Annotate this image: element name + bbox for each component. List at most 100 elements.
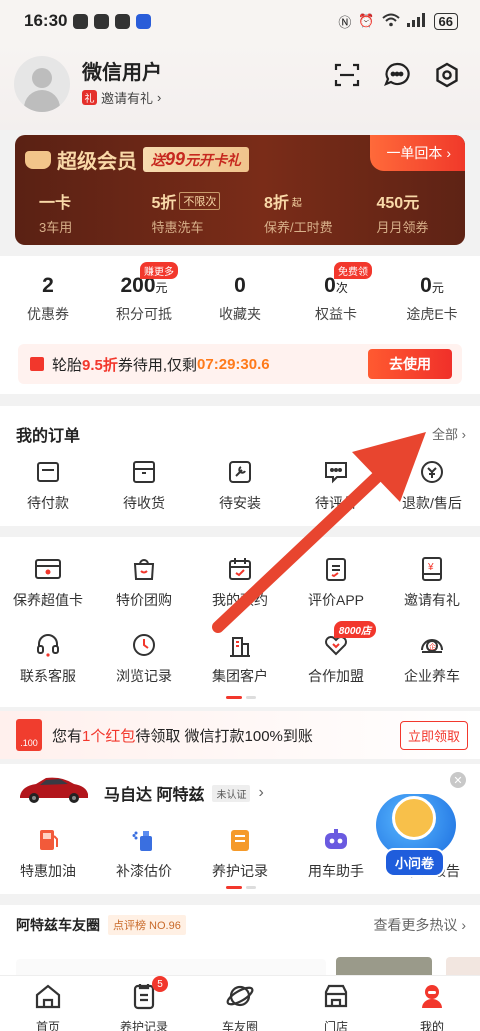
orders-title: 我的订单 (16, 428, 81, 445)
service-history[interactable]: 浏览记录 (96, 631, 192, 686)
car-circle-title: 阿特兹车友圈 (16, 917, 100, 933)
order-pending-receipt[interactable]: 待收货 (96, 458, 192, 513)
rank-badge: 点评榜 NO.96 (108, 915, 186, 935)
stat-benefit-cards[interactable]: 免费领 0次 权益卡 (288, 262, 384, 324)
status-right: Ⓝ ⏰ 66 (338, 12, 458, 31)
stat-ecard[interactable]: 0元 途虎E卡 (384, 274, 480, 324)
notification-icon (73, 13, 89, 29)
vip-benefit: 5折 不限次 特惠洗车 (128, 189, 241, 236)
claim-now-button[interactable]: 立即领取 (399, 721, 468, 750)
service-franchise[interactable]: 8000店 合作加盟 (288, 621, 384, 686)
enterprise-icon: 企 (418, 631, 446, 659)
tab-home[interactable]: 首页 (0, 976, 96, 1031)
car-name: 马自达 阿特兹 (104, 787, 205, 804)
vip-benefit: 450元 月月领券 (376, 195, 429, 235)
tab-store[interactable]: 门店 (288, 976, 384, 1031)
shopping-bag-icon (130, 555, 158, 583)
use-coupon-button[interactable]: 去使用 (368, 349, 452, 379)
vip-payback-button[interactable]: 一单回本 › (370, 135, 465, 171)
red-packet-banner[interactable]: .100 您有 1个红包 待领取 微信打款100%到账 立即领取 (0, 711, 480, 759)
status-bar: 16:30 Ⓝ ⏰ 66 (0, 0, 480, 42)
comment-icon (322, 458, 350, 486)
order-pending-review[interactable]: 待评价 (288, 458, 384, 513)
nfc-icon: Ⓝ (338, 14, 352, 30)
stat-points[interactable]: 赚更多 200元 积分可抵 (96, 262, 192, 324)
vip-benefits: 一卡 3车用 5折 不限次 特惠洗车 8折起 保养/工时费 450元 月月领券 (15, 189, 465, 236)
orders-all-link[interactable]: 全部 › (432, 424, 466, 443)
order-refund[interactable]: 退款/售后 (384, 458, 480, 513)
envelope-icon: ¥ (418, 555, 446, 583)
post-card-preview[interactable] (16, 959, 326, 975)
settings-icon[interactable] (432, 60, 462, 90)
chevron-right-icon: › (258, 784, 264, 801)
status-left: 16:30 (24, 11, 152, 31)
tab-maintenance[interactable]: 5 养护记录 (96, 976, 192, 1031)
notification-icon (115, 13, 131, 29)
orders-card: 我的订单 全部 › 待付款 待收货 待安装 待评价 退款/售后 (0, 406, 480, 526)
service-enterprise-car[interactable]: 企 企业养车 (384, 631, 480, 686)
battery-indicator: 66 (433, 12, 458, 30)
car-name-row[interactable]: 马自达 阿特兹 未认证 › (104, 781, 264, 805)
survey-float-button[interactable]: 小问卷 (370, 786, 462, 878)
services-pager (226, 696, 256, 699)
vip-card[interactable]: 超级会员 送99元开卡礼 一单回本 › 一卡 3车用 5折 不限次 特惠洗车 8折… (15, 135, 465, 245)
services-card: 保养超值卡 特价团购 我的预约 评价APP ¥ 邀请有礼 联系客服 浏览记录 集… (0, 537, 480, 707)
service-customer-support[interactable]: 联系客服 (0, 631, 96, 686)
stat-coupons[interactable]: 2 优惠券 (0, 274, 96, 324)
car-services-pager (226, 886, 256, 889)
post-card-preview[interactable] (446, 957, 480, 975)
vip-benefit: 一卡 3车用 (39, 195, 73, 235)
tab-mine[interactable]: 我的 (384, 976, 480, 1031)
service-corporate[interactable]: 集团客户 (192, 631, 288, 686)
svg-text:企: 企 (429, 642, 436, 651)
spray-icon (130, 826, 158, 854)
scan-icon[interactable] (332, 60, 362, 90)
home-icon (33, 982, 63, 1015)
refund-icon (418, 458, 446, 486)
store-icon (321, 982, 351, 1015)
vip-title-row: 超级会员 送99元开卡礼 (25, 145, 250, 174)
my-car-card: 马自达 阿特兹 未认证 › ✕ 特惠加油 补漆估价 养护记录 用车助手 车况报告… (0, 764, 480, 894)
car-circle-card: 阿特兹车友圈 点评榜 NO.96 查看更多热议 › (0, 905, 480, 975)
username[interactable]: 微信用户 (82, 56, 162, 85)
service-maintenance-card[interactable]: 保养超值卡 (0, 555, 96, 610)
tire-coupon-bar[interactable]: 轮胎 9.5折 券待用,仅剩 07:29:30.6 去使用 (18, 344, 462, 384)
avatar[interactable] (14, 56, 70, 112)
signal-icon (406, 12, 427, 30)
car-image[interactable] (16, 774, 90, 804)
status-time: 16:30 (24, 11, 68, 30)
stores-badge: 8000店 (333, 621, 376, 638)
red-packet-icon: .100 (16, 719, 42, 751)
post-image-preview[interactable] (336, 957, 432, 975)
services-row-2: 联系客服 浏览记录 集团客户 8000店 合作加盟 企 企业养车 (0, 621, 480, 686)
order-pending-install[interactable]: 待安装 (192, 458, 288, 513)
earn-more-badge: 赚更多 (140, 262, 178, 279)
coupon-icon (30, 357, 44, 371)
service-group-buy[interactable]: 特价团购 (96, 555, 192, 610)
stat-favorites[interactable]: 0 收藏夹 (192, 274, 288, 324)
clock-icon (130, 631, 158, 659)
maintenance-badge: 5 (152, 976, 168, 992)
profile-icon (417, 982, 447, 1015)
verify-badge: 未认证 (212, 784, 251, 802)
assets-row: 2 优惠券 赚更多 200元 积分可抵 0 收藏夹 免费领 0次 权益卡 0元 … (0, 256, 480, 324)
more-topics-link[interactable]: 查看更多热议 › (373, 915, 466, 935)
car-service-records[interactable]: 养护记录 (192, 826, 288, 881)
service-rate-app[interactable]: 评价APP (288, 555, 384, 610)
car-service-fuel[interactable]: 特惠加油 (0, 826, 96, 881)
service-appointment[interactable]: 我的预约 (192, 555, 288, 610)
tiger-mascot-icon (392, 796, 436, 840)
notification-icon (94, 13, 110, 29)
wallet-icon (34, 458, 62, 486)
order-pending-payment[interactable]: 待付款 (0, 458, 96, 513)
assets-card: 2 优惠券 赚更多 200元 积分可抵 0 收藏夹 免费领 0次 权益卡 0元 … (0, 256, 480, 394)
car-service-paint[interactable]: 补漆估价 (96, 826, 192, 881)
gift-icon: 礼 (82, 90, 97, 105)
headset-icon (34, 631, 62, 659)
service-invite[interactable]: ¥ 邀请有礼 (384, 555, 480, 610)
message-icon[interactable] (382, 60, 412, 90)
robot-icon (322, 826, 350, 854)
tab-car-circle[interactable]: 车友圈 (192, 976, 288, 1031)
invite-link[interactable]: 礼 邀请有礼 › (82, 88, 161, 107)
svg-text:¥: ¥ (427, 562, 434, 573)
